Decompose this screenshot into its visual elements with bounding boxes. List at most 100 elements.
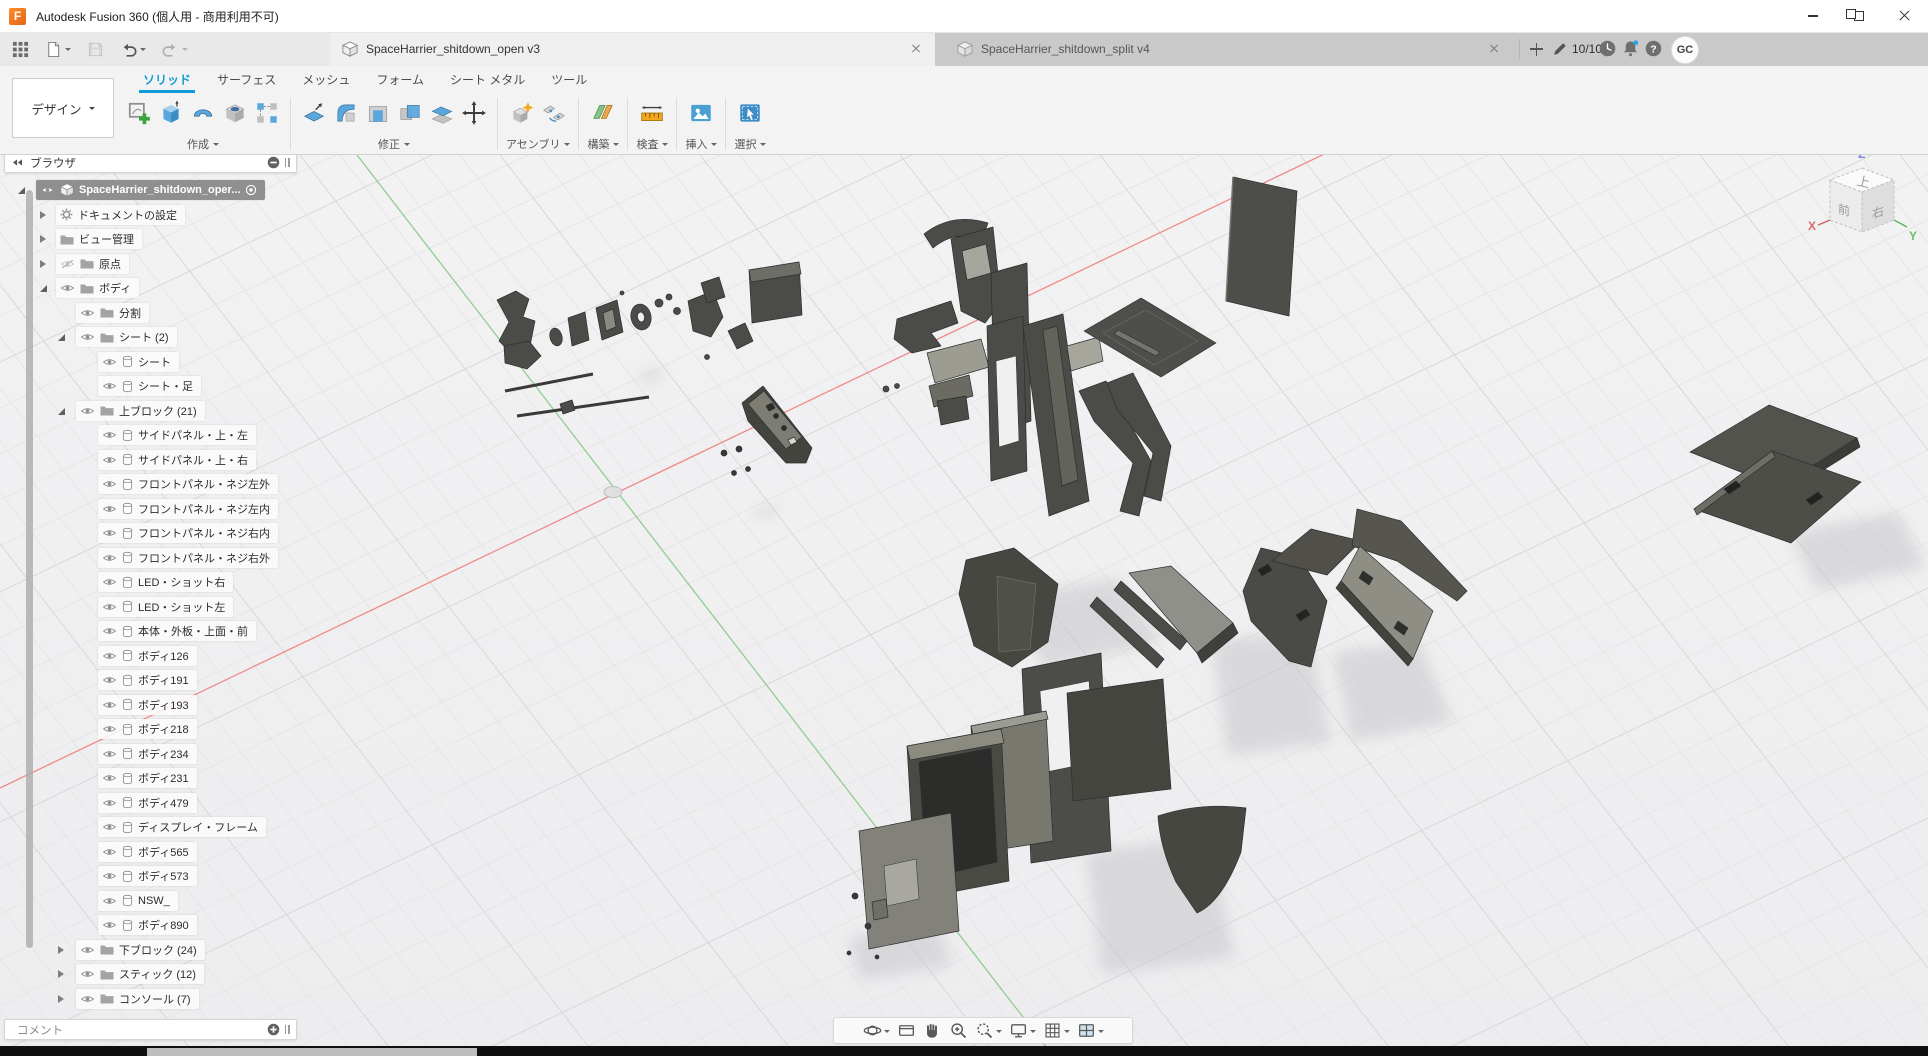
group-label[interactable]: 構築 [587,136,619,152]
browser-row[interactable]: ボディ565 [0,842,330,863]
browser-row[interactable]: フロントパネル・ネジ左内 [0,499,330,520]
expand-arrow[interactable] [18,187,25,194]
browser-row[interactable]: シート・足 [0,376,330,397]
expand-arrow[interactable] [58,334,65,341]
expand-arrow[interactable] [58,946,64,954]
zoom-window-button[interactable] [975,1021,1002,1040]
group-label[interactable]: 挿入 [685,136,717,152]
eye-toggle[interactable] [102,430,117,440]
browser-row[interactable]: ボディ191 [0,670,330,691]
save-button[interactable] [81,36,110,62]
browser-row[interactable]: 分割 [0,303,330,324]
browser-row[interactable]: ボディ [0,278,330,299]
eye-toggle[interactable] [102,651,117,661]
eye-toggle[interactable] [102,822,117,832]
eye-toggle[interactable] [102,724,117,734]
eye-toggle[interactable] [102,577,117,587]
ribbon-tab-メッシュ[interactable]: メッシュ [289,66,363,93]
browser-row[interactable]: 本体・外板・上面・前 [0,621,330,642]
eye-toggle[interactable] [102,504,117,514]
close-button[interactable] [1882,0,1928,32]
group-label[interactable]: 作成 [187,136,219,152]
eye-toggle[interactable] [80,945,95,955]
combine-tool-icon[interactable] [395,95,425,131]
browser-row[interactable]: ディスプレイ・フレーム [0,817,330,838]
comment-box[interactable]: コメント [4,1019,297,1040]
activity-clock-icon[interactable] [1598,39,1617,58]
file-new-button[interactable] [39,36,77,62]
plane-tool-icon[interactable] [588,95,618,131]
eye-toggle[interactable] [102,847,117,857]
browser-row[interactable]: サイドパネル・上・左 [0,425,330,446]
document-tab-open[interactable]: SpaceHarrier_shitdown_open v3 [330,32,935,66]
browser-row[interactable]: ボディ218 [0,719,330,740]
eye-toggle-off[interactable] [60,259,75,269]
expand-arrow[interactable] [58,408,65,415]
group-label[interactable]: 修正 [378,136,410,152]
eye-toggle[interactable] [102,381,117,391]
eye-toggle[interactable] [102,773,117,783]
eye-toggle[interactable] [102,602,117,612]
browser-row[interactable]: シート (2) [0,327,330,348]
revolve-tool-icon[interactable] [188,95,218,131]
ribbon-tab-フォーム[interactable]: フォーム [363,66,437,93]
eye-toggle[interactable] [80,969,95,979]
expand-arrow[interactable] [40,260,46,268]
eye-toggle[interactable] [80,308,95,318]
browser-row[interactable]: コンソール (7) [0,989,330,1010]
grid-display-button[interactable] [1043,1021,1070,1040]
measure-tool-icon[interactable] [637,95,667,131]
browser-row[interactable]: スティック (12) [0,964,330,985]
panel-grip[interactable] [285,1025,290,1034]
notifications-bell-icon[interactable] [1621,39,1640,58]
hole-tool-icon[interactable] [220,95,250,131]
new-tab-button[interactable] [1524,32,1550,66]
expand-arrow[interactable] [40,211,46,219]
eye-toggle[interactable] [102,871,117,881]
eye-toggle[interactable] [102,798,117,808]
browser-row[interactable]: NSW_ [0,891,330,912]
browser-row[interactable]: ボディ126 [0,646,330,667]
eye-toggle[interactable] [102,455,117,465]
press-pull-tool-icon[interactable] [299,95,329,131]
ribbon-tab-シート メタル[interactable]: シート メタル [437,66,538,93]
app-grid-button[interactable] [6,36,35,62]
eye-toggle[interactable] [60,283,75,293]
add-comment-icon[interactable] [267,1023,280,1036]
joint-tool-icon[interactable] [539,95,569,131]
sketch-tool-icon[interactable] [124,95,154,131]
eye-toggle[interactable] [102,626,117,636]
browser-row[interactable]: ドキュメントの設定 [0,205,330,226]
user-avatar[interactable]: GC [1671,36,1699,64]
offset-plane-tool-icon[interactable] [427,95,457,131]
close-tab-icon[interactable] [909,42,923,56]
move-tool-icon[interactable] [459,95,489,131]
browser-row[interactable]: ボディ573 [0,866,330,887]
new-component-tool-icon[interactable] [507,95,537,131]
browser-row[interactable]: LED・ショット左 [0,597,330,618]
eye-toggle[interactable] [102,357,117,367]
browser-row[interactable]: LED・ショット右 [0,572,330,593]
browser-row[interactable]: ボディ234 [0,744,330,765]
eye-toggle[interactable] [80,994,95,1004]
group-label[interactable]: アセンブリ [506,136,570,152]
fillet-tool-icon[interactable] [331,95,361,131]
eye-toggle[interactable] [102,553,117,563]
eye-toggle[interactable] [102,700,117,710]
redo-button[interactable] [156,36,194,62]
browser-row[interactable]: ボディ479 [0,793,330,814]
eye-toggle[interactable] [102,749,117,759]
eye-toggle[interactable] [80,406,95,416]
browser-row[interactable]: シート [0,352,330,373]
eye-toggle[interactable] [40,185,55,195]
workspace-switcher[interactable]: デザイン [12,78,114,138]
orbit-button[interactable] [863,1021,890,1040]
extrude-tool-icon[interactable] [156,95,186,131]
help-icon[interactable] [1644,39,1663,58]
look-at-button[interactable] [897,1021,916,1040]
eye-toggle[interactable] [102,675,117,685]
browser-row[interactable]: 上ブロック (21) [0,401,330,422]
edit-counter[interactable]: 10/10 [1552,32,1602,66]
expand-arrow[interactable] [40,285,47,292]
ribbon-tab-ソリッド[interactable]: ソリッド [130,66,204,93]
